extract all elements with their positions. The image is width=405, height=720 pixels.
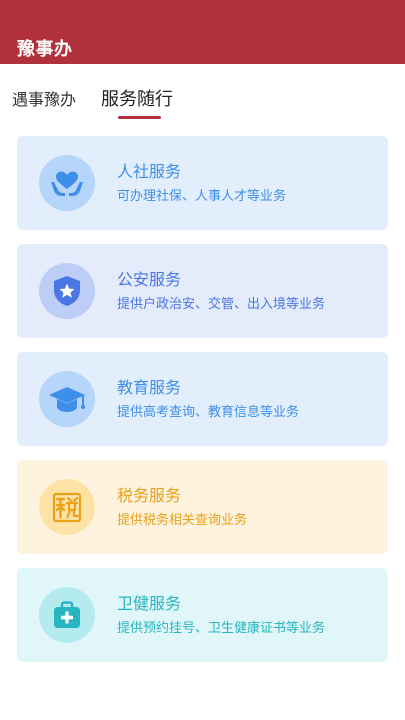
service-title: 税务服务	[117, 486, 182, 505]
police-shield-icon	[39, 263, 95, 319]
service-list: 人社服务 可办理社保、人事人才等业务 公安服务 提供户政治安、交管、出入境等业务…	[0, 0, 405, 720]
service-title: 卫健服务	[117, 594, 182, 613]
service-description: 提供户政治安、交管、出入境等业务	[117, 297, 326, 312]
service-description: 提供预约挂号、卫生健康证书等业务	[117, 621, 326, 636]
service-card-social-security[interactable]: 人社服务 可办理社保、人事人才等业务	[17, 136, 388, 230]
hand-heart-icon	[39, 155, 95, 211]
service-description: 提供高考查询、教育信息等业务	[117, 405, 300, 420]
service-title: 人社服务	[117, 162, 182, 181]
service-title: 教育服务	[117, 378, 182, 397]
graduation-cap-icon	[39, 371, 95, 427]
service-card-public-security[interactable]: 公安服务 提供户政治安、交管、出入境等业务	[17, 244, 388, 338]
tax-seal-icon	[39, 479, 95, 535]
service-title: 公安服务	[117, 270, 182, 289]
service-card-taxation[interactable]: 税务服务 提供税务相关查询业务	[17, 460, 388, 554]
service-description: 提供税务相关查询业务	[117, 513, 248, 528]
service-card-health[interactable]: 卫健服务 提供预约挂号、卫生健康证书等业务	[17, 568, 388, 662]
service-card-education[interactable]: 教育服务 提供高考查询、教育信息等业务	[17, 352, 388, 446]
service-description: 可办理社保、人事人才等业务	[117, 189, 287, 204]
medical-kit-icon	[39, 587, 95, 643]
